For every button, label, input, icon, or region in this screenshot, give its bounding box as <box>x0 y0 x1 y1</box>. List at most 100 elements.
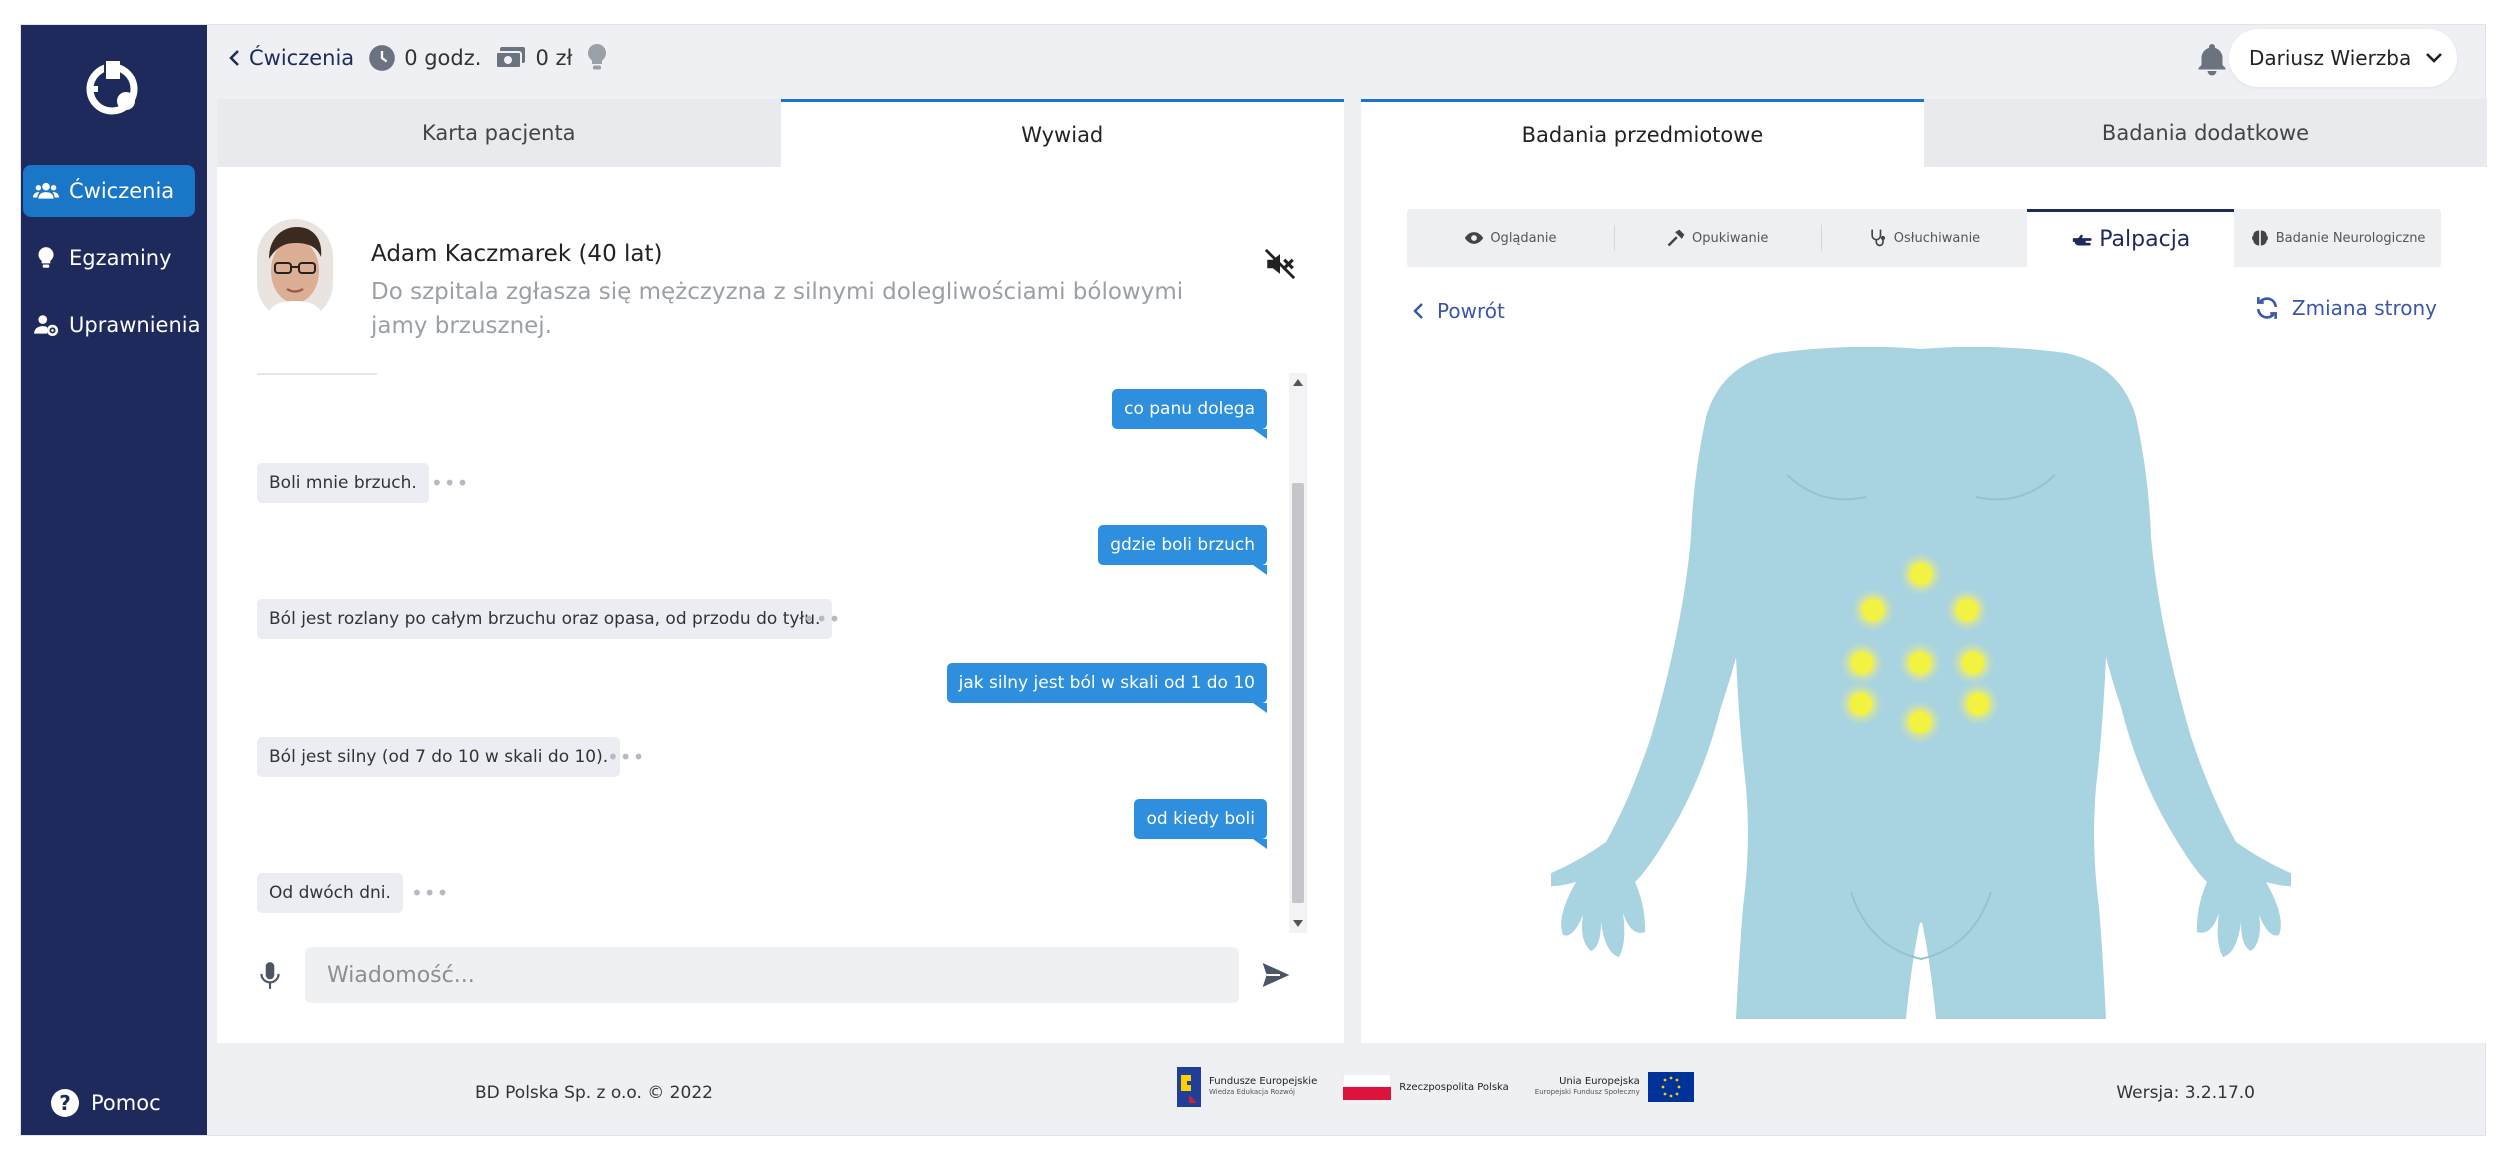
tab-label: Badania dodatkowe <box>2101 121 2310 145</box>
help-link[interactable]: ? Pomoc <box>51 1089 161 1117</box>
chat-message-in: Od dwóch dni. <box>257 873 403 913</box>
patient-description: Do szpitala zgłasza się mężczyzna z siln… <box>371 279 1184 339</box>
tab-badania-dodatkowe[interactable]: Badania dodatkowe <box>1924 99 2487 167</box>
logo3-sub: Europejski Fundusz Społeczny <box>1534 1088 1640 1096</box>
chat-area[interactable]: co panu dolega Boli mnie brzuch. ••• gdz… <box>257 373 1307 933</box>
exam-tab-opukiwanie[interactable]: Opukiwanie <box>1613 209 1821 267</box>
sidebar-item-uprawnienia[interactable]: Uprawnienia <box>23 299 200 351</box>
money-icon <box>495 47 526 69</box>
chevron-left-icon <box>1413 303 1423 319</box>
back-label: Ćwiczenia <box>249 46 355 70</box>
exam-tab-label: Osłuchiwanie <box>1893 230 1981 246</box>
palpation-point[interactable] <box>1840 641 1884 685</box>
change-side-label: Zmiana strony <box>2291 296 2437 320</box>
polish-flag-icon <box>1343 1074 1392 1100</box>
exam-tab-badanie-neurologiczne[interactable]: Badanie Neurologiczne <box>2234 209 2441 267</box>
refresh-icon <box>2256 297 2277 319</box>
footer: BD Polska Sp. z o.o. © 2022 Fundusze Eur… <box>207 1043 2485 1137</box>
scroll-up-arrow[interactable] <box>1293 379 1303 386</box>
microphone-icon[interactable] <box>257 961 283 991</box>
tab-badania-przedmiotowe[interactable]: Badania przedmiotowe <box>1361 99 1924 167</box>
money-stat: 0 zł <box>495 45 572 71</box>
copyright: BD Polska Sp. z o.o. © 2022 <box>475 1083 713 1103</box>
tab-wywiad[interactable]: Wywiad <box>780 99 1344 167</box>
hint-lightbulb-icon[interactable] <box>586 43 608 73</box>
left-tabs: Karta pacjenta Wywiad <box>217 99 1344 167</box>
logo-fundusze: Fundusze Europejskie Wiedza Edukacja Rozw… <box>1177 1067 1317 1107</box>
chevron-down-icon <box>2426 53 2443 63</box>
bell-icon[interactable] <box>2194 41 2230 77</box>
top-bar: Ćwiczenia 0 godz. 0 zł Dariusz Wierzba <box>207 25 2485 100</box>
message-options-icon[interactable]: ••• <box>803 607 841 631</box>
fundusze-europejskie-logo <box>1177 1067 1201 1107</box>
message-options-icon[interactable]: ••• <box>607 745 645 769</box>
back-to-exercises-link[interactable]: Ćwiczenia <box>227 46 354 70</box>
send-icon[interactable] <box>1259 959 1293 991</box>
body-diagram <box>1551 347 2291 1019</box>
palpation-point[interactable] <box>1898 641 1942 685</box>
stethoscope-icon <box>1871 229 1885 247</box>
money-value: 0 zł <box>535 46 573 70</box>
chat-message-out: od kiedy boli <box>1134 799 1267 849</box>
exam-tab-label: Oglądanie <box>1490 230 1557 246</box>
user-name: Dariusz Wierzba <box>2249 46 2412 70</box>
exam-tab-ogladanie[interactable]: Oglądanie <box>1407 209 1614 267</box>
hand-icon <box>2073 234 2092 245</box>
sidebar-item-egzaminy[interactable]: Egzaminy <box>23 232 195 284</box>
version-label: Wersja: 3.2.17.0 <box>2116 1083 2255 1103</box>
brain-icon <box>2251 230 2268 246</box>
exam-type-tabs: Oglądanie Opukiwanie Osłuchiwanie Palpac… <box>1407 209 2441 267</box>
help-label: Pomoc <box>91 1091 161 1115</box>
funding-logos: Fundusze Europejskie Wiedza Edukacja Rozw… <box>1177 1067 1694 1107</box>
chat-scrollbar[interactable] <box>1289 373 1307 933</box>
speaker-muted-icon[interactable] <box>1263 247 1297 281</box>
palpation-point[interactable] <box>1851 588 1895 632</box>
breadcrumb: Ćwiczenia 0 godz. 0 zł <box>227 43 608 73</box>
tab-karta-pacjenta[interactable]: Karta pacjenta <box>217 99 781 167</box>
palpation-point[interactable] <box>1899 552 1943 596</box>
tab-label: Wywiad <box>1021 122 1104 147</box>
patient-header: Adam Kaczmarek (40 lat) Do szpitala zgła… <box>257 219 1317 339</box>
message-input[interactable] <box>305 947 1239 1003</box>
change-side-button[interactable]: Zmiana strony <box>2254 295 2437 321</box>
back-label: Powrót <box>1437 299 1505 323</box>
app-logo[interactable] <box>76 53 148 125</box>
exam-tab-label: Palpacja <box>2099 227 2191 252</box>
lightbulb-icon <box>38 247 54 268</box>
exam-tab-palpacja[interactable]: Palpacja <box>2027 209 2235 267</box>
sidebar-item-cwiczenia[interactable]: Ćwiczenia <box>23 165 195 217</box>
message-options-icon[interactable]: ••• <box>411 881 449 905</box>
clock-icon <box>369 45 396 71</box>
scroll-thumb[interactable] <box>1292 483 1304 903</box>
logo2-title: Rzeczpospolita Polska <box>1399 1081 1509 1093</box>
chat-message-in: Ból jest rozlany po całym brzuchu oraz o… <box>257 599 833 639</box>
user-menu[interactable]: Dariusz Wierzba <box>2229 29 2457 87</box>
palpation-point[interactable] <box>1898 700 1942 744</box>
logo3-title: Unia Europejska <box>1559 1076 1640 1087</box>
sidebar-item-label: Ćwiczenia <box>69 179 175 203</box>
message-options-icon[interactable]: ••• <box>431 471 469 495</box>
patient-name: Adam Kaczmarek (40 lat) <box>371 241 663 267</box>
patient-avatar <box>257 219 333 321</box>
examination-panel: Badania przedmiotowe Badania dodatkowe O… <box>1361 99 2487 1043</box>
logo1-sub: Wiedza Edukacja Rozwój <box>1209 1088 1295 1096</box>
palpation-point[interactable] <box>1956 682 2000 726</box>
palpation-point[interactable] <box>1839 682 1883 726</box>
question-icon: ? <box>51 1089 79 1117</box>
palpation-point[interactable] <box>1945 588 1989 632</box>
app-frame: Ćwiczenia Egzaminy Uprawnienia ? Pomoc Ć… <box>20 24 2487 1137</box>
exam-tab-osluchiwanie[interactable]: Osłuchiwanie <box>1820 209 2028 267</box>
sidebar-item-label: Egzaminy <box>69 246 172 270</box>
chevron-left-icon <box>229 50 239 66</box>
palpation-point[interactable] <box>1951 641 1995 685</box>
back-link[interactable]: Powrót <box>1411 299 1505 323</box>
chat-message-in: Boli mnie brzuch. <box>257 463 429 503</box>
eu-flag-icon <box>1647 1072 1694 1102</box>
scroll-down-arrow[interactable] <box>1293 920 1303 927</box>
hours-stat: 0 godz. <box>368 44 481 72</box>
user-gear-icon <box>34 315 59 337</box>
chat-message-out: gdzie boli brzuch <box>1098 525 1267 575</box>
eye-icon <box>1465 232 1484 244</box>
logo-rp: Rzeczpospolita Polska <box>1343 1074 1509 1100</box>
chat-message-out: jak silny jest ból w skali od 1 do 10 <box>946 663 1268 713</box>
